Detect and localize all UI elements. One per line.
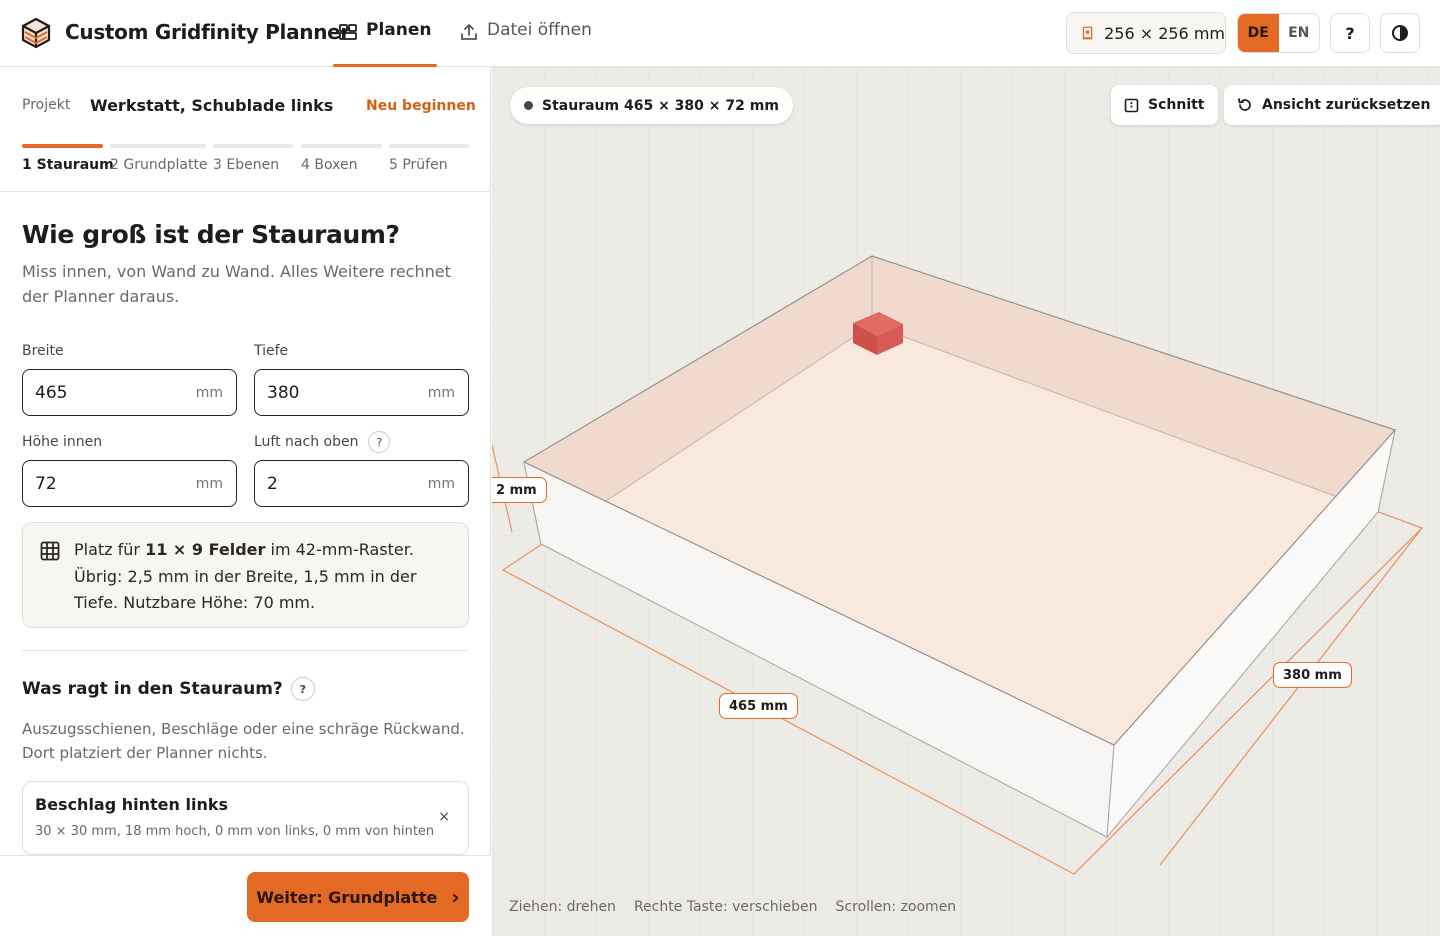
step-1[interactable]: 1 Stauraum [22,144,114,173]
question-title: Wie groß ist der Stauraum? [22,220,400,249]
nav-tab-open-file-label: Datei öffnen [487,20,592,40]
reset-view-label: Ansicht zurücksetzen [1262,97,1431,113]
clearance-label-row: Luft nach oben ? [254,431,391,453]
depth-input[interactable]: 380 mm [254,369,469,416]
step-progress: 1 Stauraum 2 Grundplatte 3 Ebenen 4 Boxe… [22,144,469,184]
obstacles-help-icon[interactable]: ? [290,677,315,701]
obstacles-title: Was ragt in den Stauraum? [22,679,283,699]
obstacles-title-row: Was ragt in den Stauraum? ? [22,677,315,701]
divider [22,650,469,651]
next-step-label: Weiter: Grundplatte [256,887,438,907]
project-name[interactable]: Werkstatt, Schublade links [90,96,333,115]
printer-size-label: 256 × 256 mm [1104,23,1225,43]
theme-toggle-button[interactable] [1380,13,1420,53]
grid-icon [40,541,60,561]
nav-tab-plan-label: Planen [366,20,432,40]
depth-value: 380 [267,383,300,403]
chevron-right-icon: › [451,885,460,909]
height-dimension-label: 2 mm [492,477,547,503]
step-5[interactable]: 5 Prüfen [389,144,469,173]
step-3[interactable]: 3 Ebenen [213,144,293,173]
step-1-bar [22,144,103,148]
contrast-icon [1392,25,1408,41]
height-input[interactable]: 72 mm [22,460,237,507]
logo-box-icon [21,17,51,49]
hint-zoom: Scrollen: zoomen [835,899,957,915]
3d-viewport[interactable]: Stauraum 465 × 380 × 72 mm Schnitt Ansic… [492,67,1440,936]
grid-capacity-info: Platz für 11 × 9 Felder im 42-mm-Raster.… [22,522,469,628]
depth-dimension-label: 380 mm [1273,662,1352,688]
project-label: Projekt [22,97,71,113]
remove-obstacle-icon[interactable]: × [438,809,450,825]
language-de-button[interactable]: DE [1238,14,1279,52]
next-step-button[interactable]: Weiter: Grundplatte › [247,872,469,922]
obstacle-description: 30 × 30 mm, 18 mm hoch, 0 mm von links, … [35,824,435,839]
grid-capacity-text: Platz für 11 × 9 Felder im 42-mm-Raster.… [74,537,454,617]
help-button[interactable]: ? [1330,13,1370,53]
step-2-bar [110,144,206,148]
info-fields-count: 11 × 9 Felder [145,540,266,559]
width-input[interactable]: 465 mm [22,369,237,416]
width-value: 465 [35,383,68,403]
planner-sidebar: Projekt Werkstatt, Schublade links Neu b… [0,67,491,936]
clearance-value: 2 [267,474,278,494]
storage-dimensions-label: Stauraum 465 × 380 × 72 mm [542,97,779,114]
step-4-label: 4 Boxen [301,157,358,173]
hint-pan: Rechte Taste: verschieben [633,899,818,915]
upload-icon [461,24,477,40]
step-2[interactable]: 2 Grundplatte [110,144,208,173]
clearance-help-icon[interactable]: ? [368,431,391,453]
section-button[interactable]: Schnitt [1111,85,1218,125]
question-subtitle: Miss innen, von Wand zu Wand. Alles Weit… [22,262,451,306]
status-dot-icon [524,101,533,110]
width-dimension-label: 465 mm [719,693,798,719]
layout-grid-icon [339,24,357,40]
clearance-input[interactable]: 2 mm [254,460,469,507]
step-5-bar [389,144,469,148]
width-label: Breite [22,343,64,359]
restart-link[interactable]: Neu beginnen [366,98,476,114]
storage-dimensions-pill: Stauraum 465 × 380 × 72 mm [510,87,793,124]
language-switch: DE EN [1237,13,1320,53]
3d-scene[interactable] [492,67,1440,936]
step-2-label: 2 Grundplatte [110,157,208,173]
obstacle-item[interactable]: Beschlag hinten links 30 × 30 mm, 18 mm … [22,781,469,855]
top-bar: Custom Gridfinity Planner Planen Datei ö… [0,0,1440,67]
depth-label: Tiefe [254,343,289,359]
reset-rotate-icon [1238,98,1251,111]
height-unit: mm [195,476,223,492]
step-4[interactable]: 4 Boxen [301,144,382,173]
obstacles-subtitle: Auszugsschienen, Beschläge oder eine sch… [22,720,465,762]
step-3-label: 3 Ebenen [213,157,280,173]
height-label: Höhe innen [22,434,103,450]
printer-size-button[interactable]: 256 × 256 mm [1066,12,1226,54]
step-4-bar [301,144,382,148]
sidebar-footer: Weiter: Grundplatte › [0,855,491,936]
clearance-label: Luft nach oben [254,434,359,450]
obstacle-title: Beschlag hinten links [35,795,228,814]
width-unit: mm [195,385,223,401]
nav-tab-open-file[interactable]: Datei öffnen [459,20,592,67]
divider [0,191,491,192]
step-5-label: 5 Prüfen [389,157,448,173]
language-en-button[interactable]: EN [1278,14,1319,52]
depth-unit: mm [427,385,455,401]
app-title: Custom Gridfinity Planner [65,20,351,44]
section-button-label: Schnitt [1148,97,1205,113]
reset-view-button[interactable]: Ansicht zurücksetzen [1224,85,1440,125]
hint-rotate: Ziehen: drehen [509,899,616,915]
step-1-label: 1 Stauraum [22,157,114,173]
nav-tab-plan[interactable]: Planen [333,20,437,67]
height-value: 72 [35,474,57,494]
section-cut-icon [1124,98,1139,112]
viewport-hints: Ziehen: drehen Rechte Taste: verschieben… [509,899,956,915]
info-pre: Platz für [74,540,146,559]
step-3-bar [213,144,293,148]
printer-bed-icon [1082,26,1093,40]
clearance-unit: mm [427,476,455,492]
